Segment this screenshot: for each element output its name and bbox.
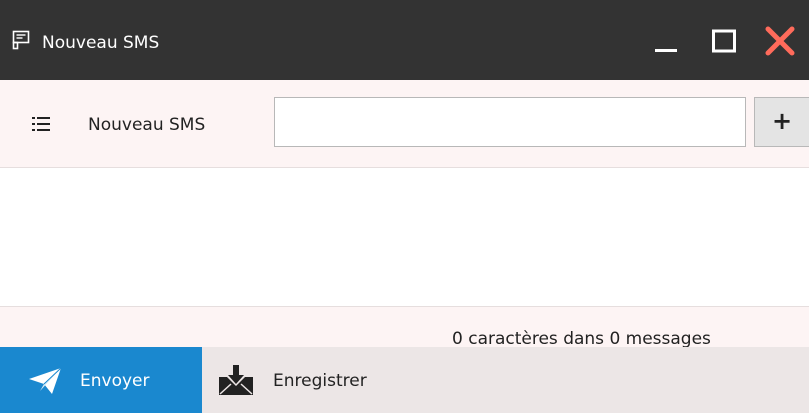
send-label: Envoyer [80, 371, 150, 391]
maximize-icon [706, 29, 742, 62]
sms-window: Nouveau SMS Nouveau SMS + 0 caractères d… [0, 0, 809, 413]
counter-bar: 0 caractères dans 0 messages [0, 306, 809, 347]
save-button[interactable]: Enregistrer [202, 347, 422, 413]
bottom-toolbar: Envoyer Enregistrer [0, 347, 809, 413]
send-button[interactable]: Envoyer [0, 347, 202, 413]
message-input[interactable] [0, 168, 809, 306]
close-button[interactable] [762, 24, 798, 58]
title-bar: Nouveau SMS [0, 0, 809, 80]
character-counter: 0 caractères dans 0 messages [452, 329, 711, 347]
window-title: Nouveau SMS [42, 33, 160, 53]
save-label: Enregistrer [273, 371, 367, 391]
minimize-icon [648, 43, 684, 62]
recipient-bar: Nouveau SMS + [0, 80, 809, 168]
sms-window-icon [12, 30, 32, 50]
paper-plane-icon [28, 367, 62, 395]
list-icon[interactable] [32, 116, 50, 132]
minimize-button[interactable] [648, 24, 684, 58]
save-envelope-icon [218, 364, 254, 396]
maximize-button[interactable] [706, 24, 742, 58]
recipient-input[interactable] [274, 97, 746, 147]
add-recipient-button[interactable]: + [754, 97, 809, 147]
close-icon [762, 26, 798, 62]
recipient-label: Nouveau SMS [88, 115, 206, 135]
